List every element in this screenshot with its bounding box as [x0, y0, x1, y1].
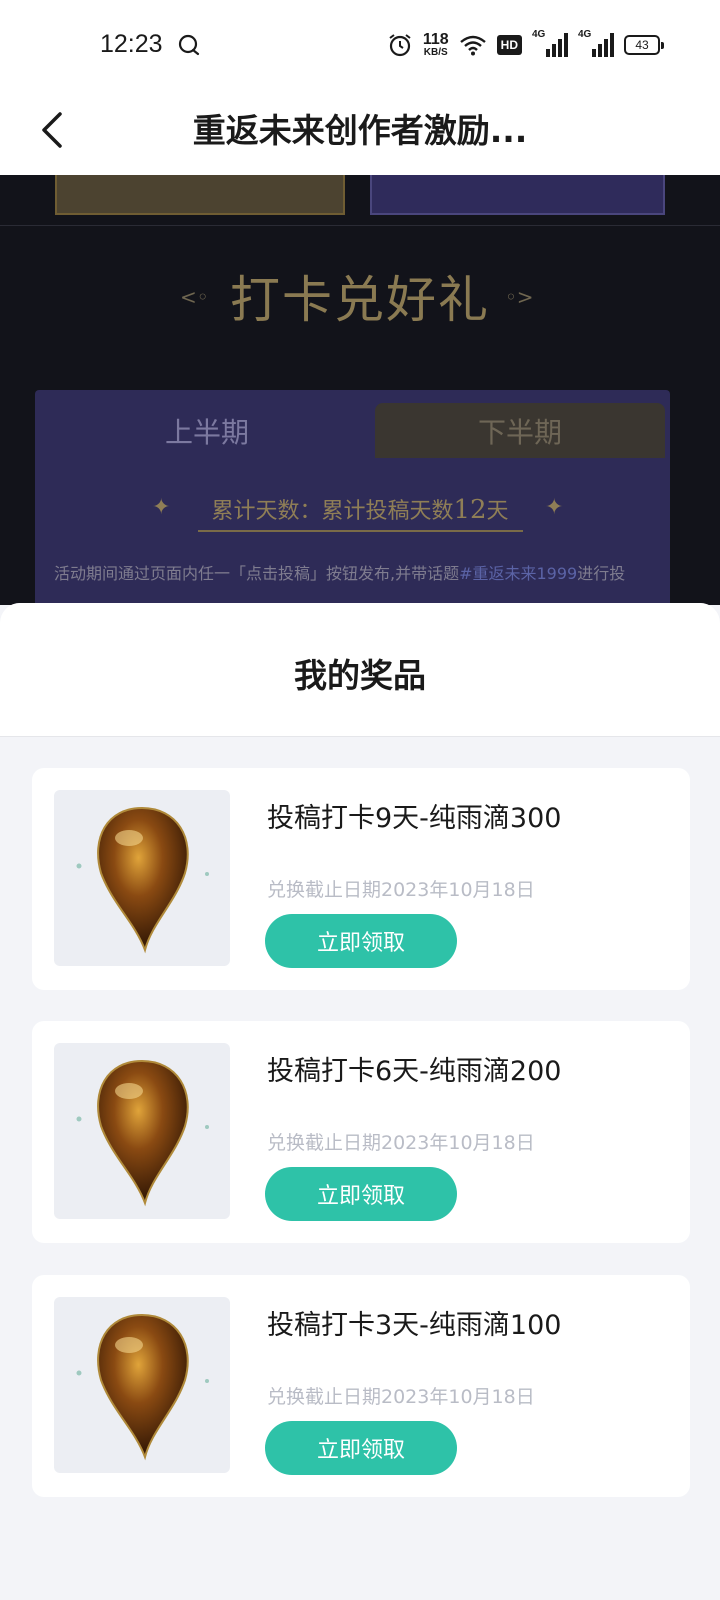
- tab-first-half[interactable]: 上半期: [42, 403, 372, 458]
- battery-icon: 43: [624, 35, 664, 55]
- claim-button[interactable]: 立即领取: [265, 1421, 457, 1475]
- cumulative-days: 累计天数：累计投稿天数12天: [211, 495, 509, 525]
- prize-card: 投稿打卡6天-纯雨滴200 兑换截止日期2023年10月18日 立即领取: [32, 1021, 690, 1243]
- prize-title: 投稿打卡6天-纯雨滴200: [267, 1056, 562, 1087]
- status-bar: 12:23 118 KB/S HD 4G 4G 43: [0, 0, 720, 90]
- status-time: 12:23: [100, 30, 163, 58]
- event-banner: <◦ 打卡兑好礼 ◦> 上半期 下半期 ✦ 累计天数：累计投稿天数12天 ✦ 活…: [0, 175, 720, 605]
- raindrop-gem-image: [54, 1297, 230, 1473]
- alarm-icon: [389, 34, 411, 57]
- hd-badge: HD: [496, 35, 522, 55]
- sparkle-icon: ✦: [545, 495, 564, 520]
- network-speed: 118 KB/S: [422, 31, 449, 58]
- prize-card: 投稿打卡9天-纯雨滴300 兑换截止日期2023年10月18日 立即领取: [32, 768, 690, 990]
- banner-divider: [0, 225, 720, 226]
- page-title: 重返未来创作者激励...: [192, 111, 528, 150]
- prizes-sheet: 我的奖品 投稿打卡9天-纯雨滴300 兑换截止日期2023年10月18日 立即领…: [0, 603, 720, 1600]
- app-header: 重返未来创作者激励...: [0, 90, 720, 175]
- rule-text: 活动期间通过页面内任一「点击投稿」按钮发布,并带话题#重返未来1999进行投: [54, 564, 626, 583]
- claim-button[interactable]: 立即领取: [265, 1167, 457, 1221]
- raindrop-gem-image: [54, 790, 230, 966]
- raindrop-gem-image: [54, 1043, 230, 1219]
- message-icon: [178, 34, 200, 56]
- back-arrow-icon[interactable]: [30, 102, 80, 152]
- underline: [198, 530, 523, 532]
- claim-button[interactable]: 立即领取: [265, 914, 457, 968]
- wifi-icon: [459, 35, 486, 56]
- banner-card-right: [370, 175, 665, 215]
- ornament-icon: ◦>: [505, 285, 534, 309]
- prize-title: 投稿打卡3天-纯雨滴100: [267, 1310, 562, 1341]
- signal-icon: 4G: [532, 29, 568, 57]
- prize-deadline: 兑换截止日期2023年10月18日: [267, 1132, 535, 1154]
- topic-tag[interactable]: #重返未来1999: [459, 564, 577, 583]
- prize-card: 投稿打卡3天-纯雨滴100 兑换截止日期2023年10月18日 立即领取: [32, 1275, 690, 1497]
- prize-title: 投稿打卡9天-纯雨滴300: [267, 803, 562, 834]
- sheet-title: 我的奖品: [294, 656, 426, 695]
- sheet-header: 我的奖品: [0, 603, 720, 737]
- signal-icon: 4G: [578, 29, 614, 57]
- prize-deadline: 兑换截止日期2023年10月18日: [267, 879, 535, 901]
- tab-second-half[interactable]: 下半期: [375, 403, 665, 458]
- prize-deadline: 兑换截止日期2023年10月18日: [267, 1386, 535, 1408]
- status-icons: 118 KB/S HD 4G 4G 43: [387, 28, 664, 62]
- banner-card-left: [55, 175, 345, 215]
- banner-title: 打卡兑好礼: [230, 271, 490, 329]
